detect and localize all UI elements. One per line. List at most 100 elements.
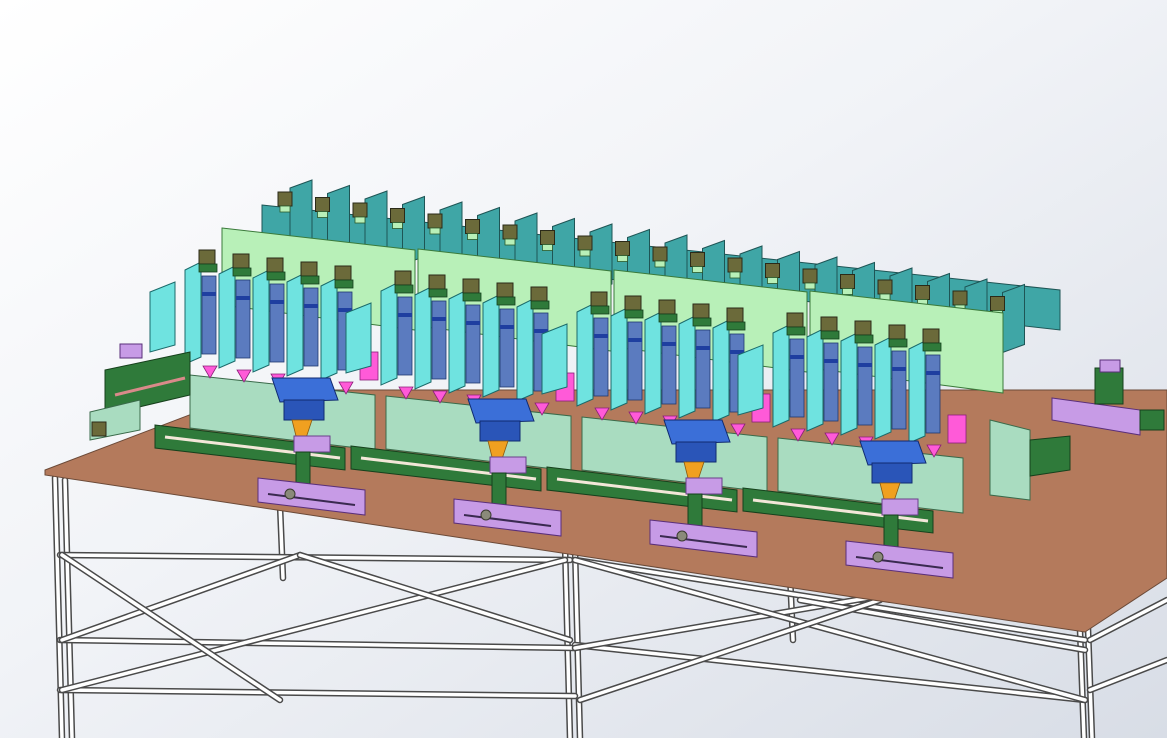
rear-fin xyxy=(1002,283,1025,354)
module-pink-block xyxy=(293,435,331,453)
module-slot-stripe xyxy=(628,338,642,342)
rear-motor-mount xyxy=(317,211,328,218)
module-motor-bracket xyxy=(820,330,840,340)
module-slot-stripe xyxy=(398,313,412,317)
rear-motor xyxy=(502,224,518,240)
rear-motor-mount xyxy=(617,255,628,262)
module-plate xyxy=(772,324,790,428)
rear-motor xyxy=(390,208,405,223)
module-slot xyxy=(925,354,941,434)
module-plate xyxy=(252,269,270,373)
module-pink-block xyxy=(881,498,919,516)
module-motor xyxy=(198,249,216,265)
module-slot-stripe xyxy=(236,296,250,300)
module-slot xyxy=(397,296,413,376)
module-plate xyxy=(678,315,696,419)
rear-motor xyxy=(877,279,893,295)
rear-motor-mount xyxy=(354,216,366,224)
module-motor xyxy=(624,295,642,311)
module-plate xyxy=(610,307,628,411)
module-slot-stripe xyxy=(466,321,480,325)
cad-viewport xyxy=(0,0,1167,738)
module-motor-bracket xyxy=(300,275,320,285)
right-feeder-gripper xyxy=(1099,359,1121,373)
rear-motor xyxy=(727,257,743,273)
rear-motor xyxy=(540,230,555,245)
rear-motor xyxy=(990,296,1005,311)
module-slot-stripe xyxy=(790,355,804,359)
module-motor-bracket xyxy=(334,279,354,289)
rear-motor-mount xyxy=(392,222,403,229)
module-knob xyxy=(480,509,492,521)
module-plate xyxy=(874,336,892,440)
module-motor xyxy=(854,320,872,336)
module-magenta-block xyxy=(947,414,967,444)
module-gripper-body xyxy=(283,399,325,421)
module-knob xyxy=(872,551,884,563)
module-side-panel xyxy=(737,344,764,416)
rear-motor-mount xyxy=(429,227,441,235)
module-motor xyxy=(922,328,940,344)
module-plate xyxy=(286,273,304,377)
rear-motor-mount xyxy=(467,233,478,240)
module-plate xyxy=(516,298,534,402)
module-motor xyxy=(530,286,548,302)
module-motor-bracket xyxy=(692,317,712,327)
rear-motor xyxy=(840,274,855,289)
module-motor-bracket xyxy=(266,271,286,281)
module-plate xyxy=(482,294,500,398)
module-motor-bracket xyxy=(922,342,942,352)
module-slot xyxy=(499,308,515,388)
module-plate xyxy=(908,340,926,444)
module-motor xyxy=(300,261,318,277)
module-knob xyxy=(284,488,296,500)
module-motor xyxy=(428,274,446,290)
module-slot xyxy=(789,338,805,418)
module-motor xyxy=(334,265,352,281)
module-motor-bracket xyxy=(624,309,644,319)
module-plate xyxy=(218,265,236,369)
module-plate xyxy=(576,303,594,407)
module-slot xyxy=(201,275,217,355)
module-gripper-head xyxy=(663,419,731,445)
module-motor-bracket xyxy=(854,334,874,344)
module-side-panel xyxy=(345,302,372,374)
module-slot-stripe xyxy=(500,325,514,329)
module-plate xyxy=(712,319,730,423)
right-end-block xyxy=(989,419,1031,501)
module-plate xyxy=(380,282,398,386)
module-motor xyxy=(692,303,710,319)
rear-motor xyxy=(465,219,480,234)
rear-motor xyxy=(652,246,668,262)
rear-motor-mount xyxy=(692,266,703,273)
rear-motor xyxy=(765,263,780,278)
module-slot xyxy=(857,346,873,426)
rear-motor-mount xyxy=(842,288,853,295)
cad-scene xyxy=(0,0,1167,738)
module-plate xyxy=(414,286,432,390)
module-motor-bracket xyxy=(786,326,806,336)
module-slot xyxy=(823,342,839,422)
module-plate xyxy=(806,328,824,432)
module-motor-bracket xyxy=(726,321,746,331)
rear-motor-mount xyxy=(767,277,778,284)
module-slot-stripe xyxy=(696,346,710,350)
right-feeder-column xyxy=(1094,367,1124,405)
module-slot-stripe xyxy=(824,359,838,363)
module-gripper-body xyxy=(675,441,717,463)
module-slot-stripe xyxy=(270,300,284,304)
module-slot-stripe xyxy=(892,367,906,371)
module-slot xyxy=(627,321,643,401)
module-slot xyxy=(269,283,285,363)
module-motor xyxy=(496,282,514,298)
module-slot xyxy=(235,279,251,359)
rear-motor-mount xyxy=(654,260,666,268)
module-slot-stripe xyxy=(304,304,318,308)
module-plate xyxy=(448,290,466,394)
rear-motor-mount xyxy=(804,282,816,290)
rear-motor-mount xyxy=(542,244,553,251)
module-gripper-head xyxy=(271,377,339,403)
module-gripper-head xyxy=(467,398,535,424)
module-gripper-body xyxy=(871,462,913,484)
module-motor-bracket xyxy=(658,313,678,323)
